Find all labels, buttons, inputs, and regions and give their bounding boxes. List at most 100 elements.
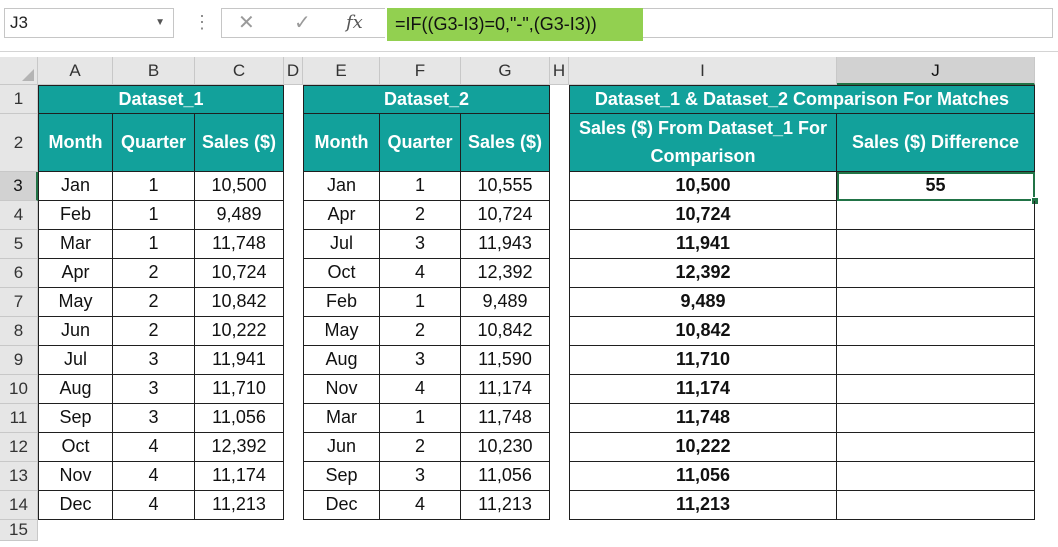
dataset1-cell[interactable]: 4 [113, 462, 195, 491]
dataset1-cell[interactable]: 9,489 [195, 201, 284, 230]
dataset2-cell[interactable]: Oct [303, 259, 380, 288]
dataset1-cell[interactable]: 2 [113, 259, 195, 288]
comparison-difference-cell[interactable] [837, 433, 1035, 462]
comparison-header-difference[interactable]: Sales ($) Difference [837, 114, 1035, 172]
dataset1-cell[interactable]: 12,392 [195, 433, 284, 462]
comparison-difference-cell[interactable] [837, 288, 1035, 317]
comparison-from-dataset1-cell[interactable]: 11,941 [569, 230, 837, 259]
row-header-11[interactable]: 11 [0, 404, 38, 433]
row-header-8[interactable]: 8 [0, 317, 38, 346]
column-header-H[interactable]: H [550, 57, 569, 85]
dataset2-cell[interactable]: 1 [380, 288, 461, 317]
dataset1-cell[interactable]: 11,748 [195, 230, 284, 259]
dataset1-header-month[interactable]: Month [38, 114, 113, 172]
dataset2-cell[interactable]: 11,943 [461, 230, 550, 259]
dataset2-header-sales[interactable]: Sales ($) [461, 114, 550, 172]
dataset2-cell[interactable]: 3 [380, 230, 461, 259]
dataset2-cell[interactable]: 3 [380, 346, 461, 375]
column-header-B[interactable]: B [113, 57, 195, 85]
dataset1-cell[interactable]: Mar [38, 230, 113, 259]
column-header-G[interactable]: G [461, 57, 550, 85]
comparison-difference-cell[interactable] [837, 230, 1035, 259]
comparison-header-from-dataset1[interactable]: Sales ($) From Dataset_1 For Comparison [569, 114, 837, 172]
dataset2-cell[interactable]: 2 [380, 201, 461, 230]
dataset2-cell[interactable]: 9,489 [461, 288, 550, 317]
dataset1-cell[interactable]: 10,500 [195, 172, 284, 201]
dataset1-cell[interactable]: Oct [38, 433, 113, 462]
row-header-9[interactable]: 9 [0, 346, 38, 375]
column-header-F[interactable]: F [380, 57, 461, 85]
dataset1-cell[interactable]: Dec [38, 491, 113, 520]
dataset2-cell[interactable]: Jul [303, 230, 380, 259]
dataset2-cell[interactable]: Apr [303, 201, 380, 230]
dataset2-cell[interactable]: Aug [303, 346, 380, 375]
dataset2-cell[interactable]: May [303, 317, 380, 346]
dataset2-cell[interactable]: Feb [303, 288, 380, 317]
row-header-3[interactable]: 3 [0, 172, 38, 201]
dataset1-header-sales[interactable]: Sales ($) [195, 114, 284, 172]
comparison-difference-cell[interactable] [837, 259, 1035, 288]
comparison-from-dataset1-cell[interactable]: 10,842 [569, 317, 837, 346]
dataset1-cell[interactable]: 10,222 [195, 317, 284, 346]
dataset1-cell[interactable]: Nov [38, 462, 113, 491]
dataset1-cell[interactable]: 1 [113, 230, 195, 259]
comparison-difference-cell[interactable] [837, 462, 1035, 491]
dataset1-cell[interactable]: May [38, 288, 113, 317]
dataset2-cell[interactable]: 4 [380, 491, 461, 520]
dataset2-cell[interactable]: 11,748 [461, 404, 550, 433]
comparison-from-dataset1-cell[interactable]: 11,748 [569, 404, 837, 433]
dataset1-cell[interactable]: 11,174 [195, 462, 284, 491]
row-header-15[interactable]: 15 [0, 520, 38, 541]
dataset1-cell[interactable]: 3 [113, 375, 195, 404]
insert-function-icon[interactable]: fx [346, 10, 363, 36]
column-header-C[interactable]: C [195, 57, 284, 85]
comparison-difference-cell[interactable] [837, 404, 1035, 433]
dataset1-cell[interactable]: 11,056 [195, 404, 284, 433]
comparison-from-dataset1-cell[interactable]: 11,056 [569, 462, 837, 491]
dataset1-cell[interactable]: 11,941 [195, 346, 284, 375]
dataset2-cell[interactable]: Jun [303, 433, 380, 462]
dataset2-cell[interactable]: 10,842 [461, 317, 550, 346]
dataset2-header-month[interactable]: Month [303, 114, 380, 172]
dataset2-cell[interactable]: 2 [380, 317, 461, 346]
column-header-D[interactable]: D [284, 57, 303, 85]
formula-input[interactable]: =IF((G3-I3)=0,"-",(G3-I3)) [387, 8, 643, 41]
dataset2-cell[interactable]: 1 [380, 404, 461, 433]
dataset1-cell[interactable]: 10,724 [195, 259, 284, 288]
dataset1-cell[interactable]: 1 [113, 172, 195, 201]
comparison-from-dataset1-cell[interactable]: 10,500 [569, 172, 837, 201]
row-header-1[interactable]: 1 [0, 85, 38, 114]
dataset2-cell[interactable]: 11,174 [461, 375, 550, 404]
dataset1-header-quarter[interactable]: Quarter [113, 114, 195, 172]
dataset2-cell[interactable]: Dec [303, 491, 380, 520]
comparison-from-dataset1-cell[interactable]: 11,710 [569, 346, 837, 375]
comparison-difference-cell[interactable] [837, 346, 1035, 375]
row-header-4[interactable]: 4 [0, 201, 38, 230]
row-header-6[interactable]: 6 [0, 259, 38, 288]
dataset1-cell[interactable]: Sep [38, 404, 113, 433]
comparison-from-dataset1-cell[interactable]: 11,213 [569, 491, 837, 520]
row-header-7[interactable]: 7 [0, 288, 38, 317]
row-header-10[interactable]: 10 [0, 375, 38, 404]
dataset1-cell[interactable]: Apr [38, 259, 113, 288]
dataset1-cell[interactable]: Jan [38, 172, 113, 201]
dataset2-cell[interactable]: 4 [380, 259, 461, 288]
comparison-difference-cell[interactable] [837, 375, 1035, 404]
comparison-from-dataset1-cell[interactable]: 11,174 [569, 375, 837, 404]
dataset1-cell[interactable]: Aug [38, 375, 113, 404]
dataset2-cell[interactable]: Mar [303, 404, 380, 433]
dataset2-cell[interactable]: 10,724 [461, 201, 550, 230]
dataset2-cell[interactable]: 10,230 [461, 433, 550, 462]
chevron-down-icon[interactable]: ▼ [155, 9, 165, 37]
dataset1-cell[interactable]: 11,710 [195, 375, 284, 404]
more-options-icon[interactable]: ⋮ [193, 8, 211, 36]
select-all-corner[interactable] [0, 57, 38, 85]
column-header-A[interactable]: A [38, 57, 113, 85]
dataset2-cell[interactable]: 11,213 [461, 491, 550, 520]
comparison-title[interactable]: Dataset_1 & Dataset_2 Comparison For Mat… [569, 85, 1035, 114]
dataset1-cell[interactable]: 2 [113, 317, 195, 346]
dataset1-cell[interactable]: 4 [113, 433, 195, 462]
dataset2-cell[interactable]: 10,555 [461, 172, 550, 201]
column-header-I[interactable]: I [569, 57, 837, 85]
comparison-from-dataset1-cell[interactable]: 12,392 [569, 259, 837, 288]
